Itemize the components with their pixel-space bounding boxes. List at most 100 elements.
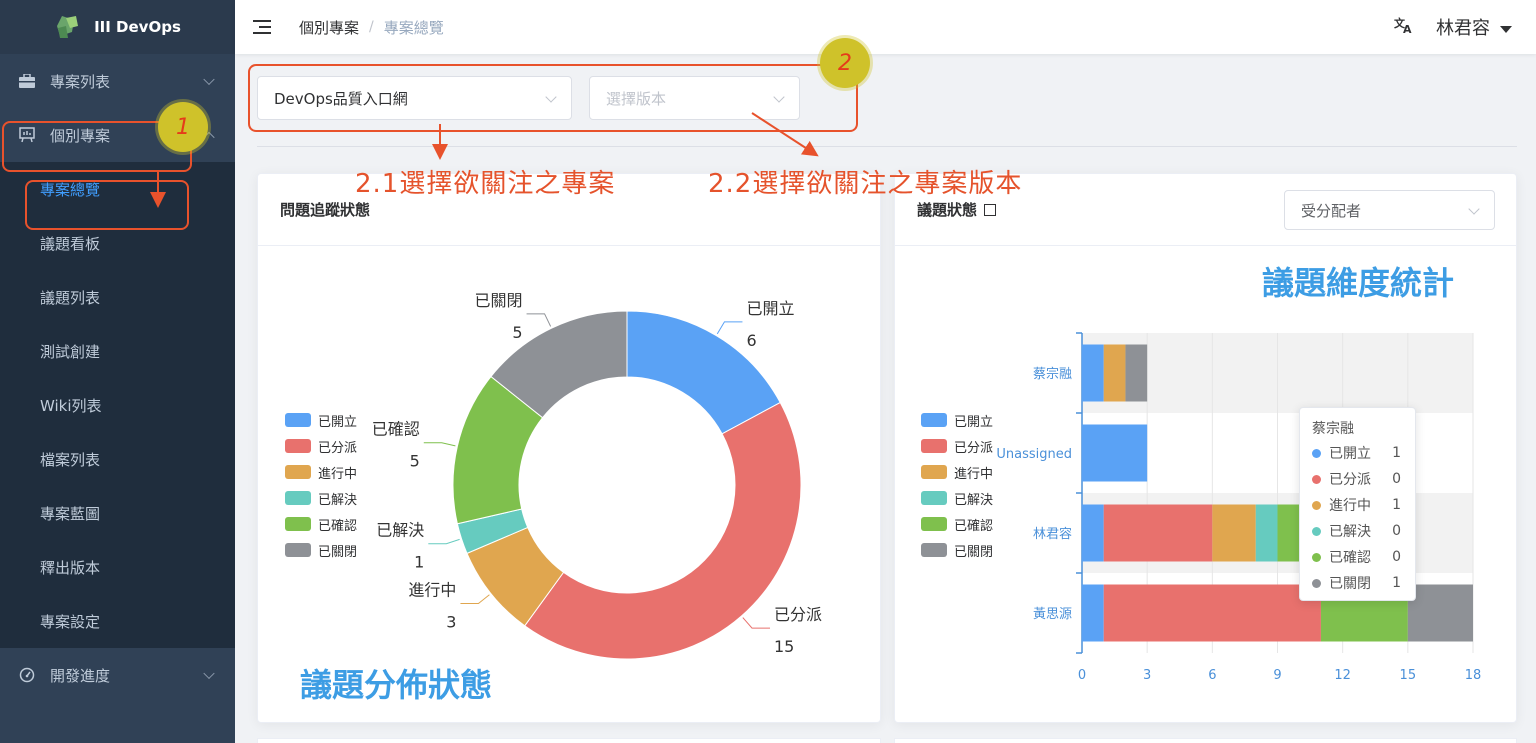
bar-segment[interactable] — [1212, 504, 1256, 562]
briefcase-icon — [18, 72, 36, 90]
sidebar-item-wiki-list[interactable]: Wiki列表 — [0, 378, 235, 432]
bar-legend: 已開立 已分派 進行中 已解決 已確認 已關閉 — [921, 407, 993, 563]
legend-item[interactable]: 已解決 — [921, 485, 993, 511]
tooltip-row: 已確認 0 — [1312, 544, 1403, 570]
donut-leader-line — [526, 313, 552, 327]
header-right: 文A 林君容 — [1394, 0, 1512, 54]
bar-segment[interactable] — [1103, 344, 1126, 402]
legend-item[interactable]: 已開立 — [921, 407, 993, 433]
sidebar-item-project-settings[interactable]: 專案設定 — [0, 594, 235, 648]
x-tick-label: 15 — [1400, 668, 1417, 683]
assignee-select[interactable]: 受分配者 — [1284, 190, 1495, 230]
bar-segment[interactable] — [1103, 584, 1321, 642]
logo-icon — [57, 16, 79, 38]
donut-label: 已開立 — [746, 299, 794, 318]
bar-segment[interactable] — [1103, 504, 1213, 562]
chevron-down-icon — [1468, 203, 1480, 215]
sidebar-item-releases[interactable]: 釋出版本 — [0, 540, 235, 594]
legend-item[interactable]: 已確認 — [921, 511, 993, 537]
bar-segment[interactable] — [1277, 504, 1300, 562]
bar-segment[interactable] — [1082, 424, 1148, 482]
tooltip-row: 進行中 1 — [1312, 492, 1403, 518]
chevron-down-icon — [203, 73, 215, 86]
tooltip-row: 已解決 0 — [1312, 518, 1403, 544]
menu-toggle-icon[interactable] — [253, 20, 271, 34]
bar-segment[interactable] — [1255, 504, 1278, 562]
sidebar-item-dev-progress[interactable]: 開發進度 — [0, 648, 235, 702]
tooltip-title: 蔡宗融 — [1312, 421, 1354, 437]
donut-value-label: 3 — [446, 612, 456, 631]
sidebar-item-label: 開發進度 — [50, 666, 111, 685]
y-category-label: 黃思源 — [1033, 607, 1072, 622]
x-tick-label: 3 — [1143, 668, 1151, 683]
annotation-issue-dimension: 議題維度統計 — [1262, 264, 1455, 302]
x-tick-label: 0 — [1078, 668, 1086, 683]
bar-segment[interactable] — [1082, 584, 1104, 642]
breadcrumb-parent[interactable]: 個別專案 — [299, 17, 359, 38]
x-tick-label: 12 — [1334, 668, 1351, 683]
x-tick-label: 9 — [1273, 668, 1281, 683]
annotation-badge: 2 — [820, 38, 870, 88]
bar-segment[interactable] — [1407, 584, 1473, 642]
card-edge — [257, 738, 881, 743]
divider — [257, 146, 1517, 147]
assignee-select-placeholder: 受分配者 — [1301, 201, 1362, 220]
sidebar-item-label: 專案列表 — [50, 72, 111, 91]
donut-leader-line — [716, 321, 743, 335]
translate-icon[interactable]: 文A — [1394, 16, 1414, 38]
donut-leader-line — [742, 617, 771, 629]
top-header: 個別專案 / 專案總覽 文A 林君容 — [235, 0, 1536, 54]
donut-value-label: 5 — [410, 452, 420, 471]
donut-chart: 已開立 6 已分派 15 進行中 3 已解決 1 已確認 5 已關閉 5 — [372, 291, 822, 660]
donut-leader-line — [460, 594, 490, 604]
sidebar-item-test-create[interactable]: 測試創建 — [0, 324, 235, 378]
sidebar-item-file-list[interactable]: 檔案列表 — [0, 432, 235, 486]
y-category-label: Unassigned — [996, 447, 1072, 462]
donut-leader-line — [428, 538, 460, 545]
chart-tooltip: 蔡宗融 已開立 1 已分派 0 進行中 1 已解決 0 已確認 0 已關閉 1 — [1299, 407, 1416, 601]
annotation-badge: 1 — [158, 102, 208, 152]
chevron-down-icon — [203, 667, 215, 680]
donut-label: 已關閉 — [475, 291, 523, 310]
donut-slice[interactable] — [524, 401, 802, 660]
x-tick-label: 6 — [1208, 668, 1216, 683]
sidebar-item-project-list[interactable]: 專案列表 — [0, 54, 235, 108]
y-category-label: 林君容 — [1033, 526, 1072, 542]
annotation-select-version: 2.2選擇欲關注之專案版本 — [708, 169, 1023, 199]
sidebar-submenu: 專案總覽 議題看板 議題列表 測試創建 Wiki列表 檔案列表 專案藍圖 釋出版… — [0, 162, 235, 648]
card-edge — [894, 738, 1517, 743]
breadcrumb-current: 專案總覽 — [383, 18, 444, 37]
donut-value-label: 5 — [512, 323, 522, 342]
annotation-box-filters — [248, 64, 858, 132]
app-title: III DevOps — [94, 18, 181, 36]
annotation-box-overview — [25, 180, 189, 230]
caret-down-icon — [1500, 25, 1512, 33]
user-name: 林君容 — [1436, 18, 1490, 39]
app-logo[interactable]: III DevOps — [0, 0, 235, 54]
x-tick-label: 18 — [1465, 668, 1482, 683]
stacked-bar-chart: 0 3 6 9 12 15 18 蔡宗融 Unassigned 林君容黃思源 — [996, 332, 1482, 683]
donut-label: 已解決 — [376, 521, 424, 540]
breadcrumb-separator: / — [369, 19, 374, 35]
external-link-icon[interactable] — [984, 203, 997, 216]
y-category-label: 蔡宗融 — [1033, 366, 1072, 382]
sidebar-item-roadmap[interactable]: 專案藍圖 — [0, 486, 235, 540]
donut-value-label: 6 — [746, 331, 756, 350]
donut-leader-line — [423, 442, 456, 447]
svg-text:A: A — [1403, 23, 1412, 34]
donut-value-label: 1 — [414, 553, 424, 572]
bar-segment[interactable] — [1082, 344, 1104, 402]
donut-value-label: 15 — [774, 637, 794, 656]
donut-label: 已確認 — [372, 420, 420, 439]
bar-segment[interactable] — [1082, 504, 1104, 562]
legend-item[interactable]: 進行中 — [921, 459, 993, 485]
annotation-select-project: 2.1選擇欲關注之專案 — [355, 169, 616, 199]
tooltip-row: 已分派 0 — [1312, 466, 1403, 492]
tooltip-row: 已關閉 1 — [1312, 570, 1403, 596]
bar-segment[interactable] — [1125, 344, 1148, 402]
sidebar-item-issue-list[interactable]: 議題列表 — [0, 270, 235, 324]
user-menu[interactable]: 林君容 — [1436, 14, 1512, 40]
legend-item[interactable]: 已關閉 — [921, 537, 993, 563]
legend-item[interactable]: 已分派 — [921, 433, 993, 459]
donut-label: 已分派 — [774, 605, 822, 624]
